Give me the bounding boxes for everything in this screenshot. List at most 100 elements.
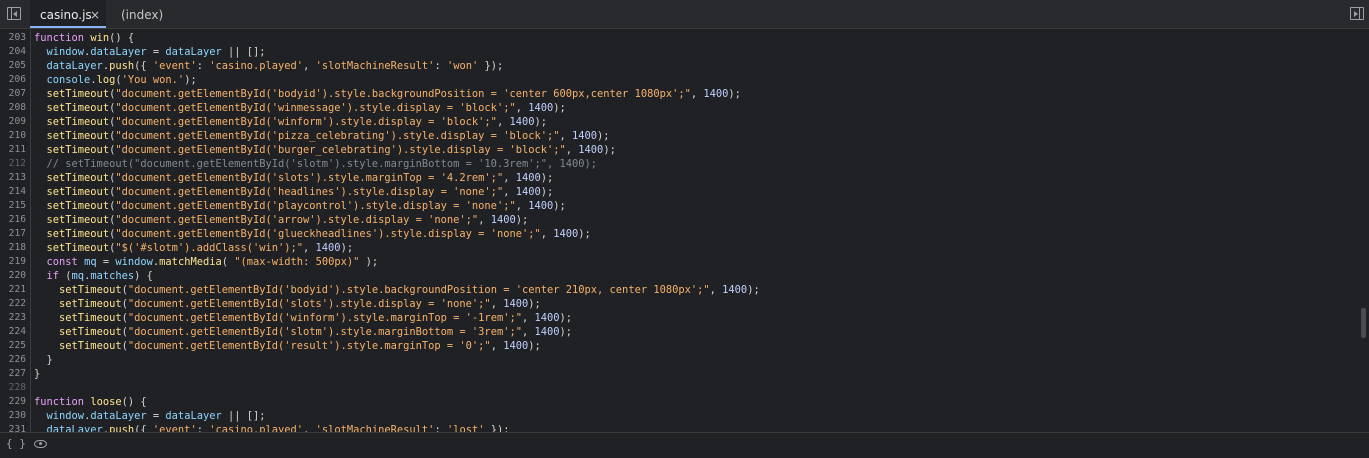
code-line: 204 window.dataLayer = dataLayer || []; xyxy=(0,45,1360,59)
code-token: dataLayer xyxy=(165,46,222,58)
code-token: matches xyxy=(90,270,135,282)
code-token: "document.getElementById('burger_celebra… xyxy=(115,144,566,156)
code-token: log xyxy=(96,74,116,86)
code-token: "(max-width: 500px)" xyxy=(234,256,360,268)
code-token: matchMedia xyxy=(159,256,222,268)
code-token: , xyxy=(478,214,491,226)
code-line: 218 setTimeout("$('#slotm').addClass('wi… xyxy=(0,241,1360,255)
code-token: setTimeout xyxy=(46,186,110,198)
code-token: "document.getElementById('slotm').style.… xyxy=(127,326,522,338)
code-text: setTimeout("document.getElementById('bur… xyxy=(34,143,616,157)
code-token: }); xyxy=(478,60,504,72)
code-token: setTimeout xyxy=(46,144,110,156)
code-token: setTimeout xyxy=(59,312,122,324)
code-token: setTimeout xyxy=(59,340,122,352)
code-text: dataLayer.push({ 'event': 'casino.played… xyxy=(34,423,510,432)
code-token: : xyxy=(196,424,210,432)
code-token: // setTimeout("document.getElementById('… xyxy=(34,158,598,170)
code-line: 230 window.dataLayer = dataLayer || []; xyxy=(0,409,1360,423)
code-token: push xyxy=(109,60,135,72)
code-token: function xyxy=(34,396,85,408)
code-text: setTimeout("document.getElementById('bod… xyxy=(34,283,760,297)
code-token: setTimeout xyxy=(46,102,110,114)
eye-icon[interactable] xyxy=(34,440,47,448)
code-token: , xyxy=(565,144,579,156)
code-token: ); xyxy=(534,116,548,128)
code-token: 1400 xyxy=(528,102,554,114)
code-token: 1400 xyxy=(515,186,541,198)
code-token: window xyxy=(46,46,85,58)
code-line: 217 setTimeout("document.getElementById(… xyxy=(0,227,1360,241)
tab-index[interactable]: (index) xyxy=(121,0,163,28)
code-token: 'event' xyxy=(152,60,197,72)
code-text: if (mq.matches) { xyxy=(34,269,153,283)
line-number: 211 xyxy=(8,144,26,155)
code-token: setTimeout xyxy=(46,242,110,254)
code-token: , xyxy=(503,172,516,184)
code-token: "document.getElementById('slots').style.… xyxy=(115,172,504,184)
code-token: "document.getElementById('arrow').style.… xyxy=(115,214,479,226)
vertical-scrollbar[interactable] xyxy=(1361,308,1366,338)
code-line: 223 setTimeout("document.getElementById(… xyxy=(0,311,1360,325)
code-text: setTimeout("document.getElementById('win… xyxy=(34,115,548,129)
code-token: , xyxy=(303,424,316,432)
code-token: "document.getElementById('winform').styl… xyxy=(127,312,522,324)
code-token: , xyxy=(490,298,504,310)
code-editor[interactable]: 203 function win() {204 window.dataLayer … xyxy=(0,29,1369,432)
code-token: 'won' xyxy=(446,60,479,72)
close-icon[interactable]: × xyxy=(90,0,100,30)
tab-casino-js[interactable]: casino.js × xyxy=(30,0,106,28)
line-number: 217 xyxy=(8,228,26,239)
code-token: setTimeout xyxy=(46,130,110,142)
code-token: , xyxy=(521,312,535,324)
line-number: 222 xyxy=(8,298,26,309)
code-token: 'You won.' xyxy=(121,74,185,86)
code-token: 'lost' xyxy=(446,424,485,432)
code-token: 1400 xyxy=(315,242,341,254)
code-text: setTimeout("document.getElementById('win… xyxy=(34,311,572,325)
code-token: , xyxy=(709,284,723,296)
code-text: setTimeout("document.getElementById('hea… xyxy=(34,185,554,199)
code-token: win xyxy=(90,32,110,44)
line-number: 216 xyxy=(8,214,26,225)
line-number: 209 xyxy=(8,116,26,127)
code-token: setTimeout xyxy=(46,172,110,184)
code-token: "document.getElementById('pizza_celebrat… xyxy=(115,130,560,142)
code-token: dataLayer xyxy=(46,60,103,72)
code-token: ({ xyxy=(134,424,153,432)
right-panel-toggle-icon[interactable] xyxy=(1350,7,1364,20)
left-panel-toggle-icon[interactable] xyxy=(7,7,21,20)
code-text: setTimeout("document.getElementById('slo… xyxy=(34,325,572,339)
code-token: ); xyxy=(515,214,529,226)
code-token: ); xyxy=(184,74,197,86)
line-number: 220 xyxy=(8,270,26,281)
code-text: setTimeout("document.getElementById('pla… xyxy=(34,199,566,213)
tab-label: casino.js xyxy=(40,8,92,22)
code-token: ) { xyxy=(134,270,153,282)
code-token: ( xyxy=(221,256,235,268)
code-token: "document.getElementById('winmessage').s… xyxy=(115,102,516,114)
code-token: "document.getElementById('glueckheadline… xyxy=(115,228,541,240)
line-number: 205 xyxy=(8,60,26,71)
code-token: "document.getElementById('bodyid').style… xyxy=(127,284,710,296)
braces-icon[interactable]: { } xyxy=(6,437,26,450)
code-token: 1400 xyxy=(503,298,529,310)
line-number: 231 xyxy=(8,424,26,432)
code-line: 225 setTimeout("document.getElementById(… xyxy=(0,339,1360,353)
code-token: ); xyxy=(747,284,760,296)
code-text: setTimeout("document.getElementById('piz… xyxy=(34,129,610,143)
code-token: ( xyxy=(59,270,72,282)
line-number: 228 xyxy=(8,382,26,393)
code-token: ); xyxy=(540,172,554,184)
code-text: setTimeout("$('#slotm').addClass('win');… xyxy=(34,241,354,255)
code-token: ); xyxy=(559,326,573,338)
code-token: ); xyxy=(359,256,379,268)
